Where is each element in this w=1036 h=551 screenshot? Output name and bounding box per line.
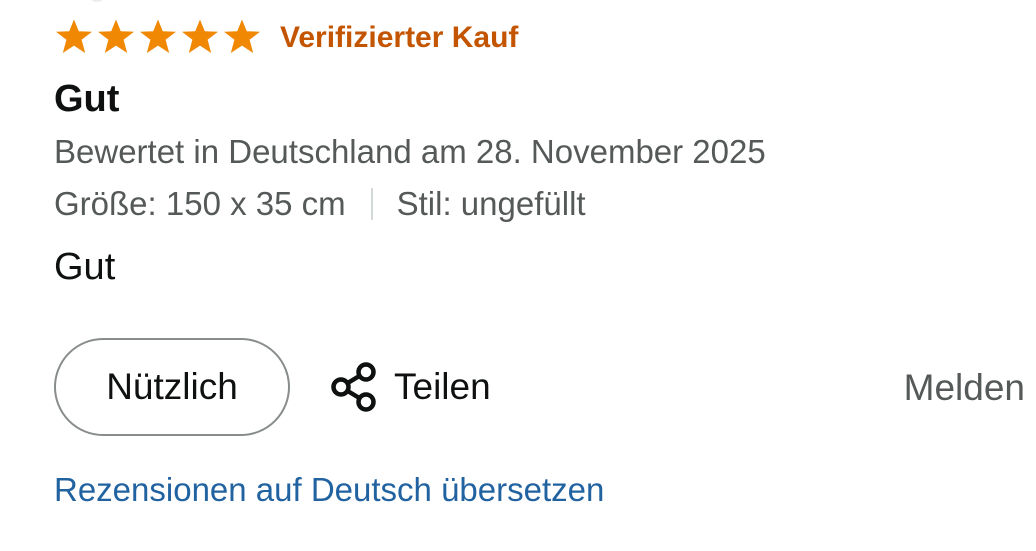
report-link[interactable]: Melden [904, 366, 1025, 410]
star-icon [224, 19, 260, 53]
product-variant: Größe: 150 x 35 cm Stil: ungefüllt [54, 185, 586, 223]
verified-purchase-badge: Verifizierter Kauf [280, 21, 519, 54]
share-label: Teilen [394, 366, 491, 407]
review-body: Gut [54, 246, 116, 288]
previous-content-edge [90, 0, 104, 2]
share-icon [324, 358, 382, 416]
translate-reviews-link[interactable]: Rezensionen auf Deutsch übersetzen [54, 470, 604, 510]
variant-style: Stil: ungefüllt [396, 185, 586, 222]
star-icon [98, 19, 134, 53]
star-rating [54, 18, 262, 56]
helpful-button[interactable]: Nützlich [54, 338, 290, 436]
review-title: Gut [54, 78, 120, 120]
review-date: Bewertet in Deutschland am 28. November … [54, 133, 766, 170]
star-icon [56, 19, 92, 53]
star-icon [140, 19, 176, 53]
rating-row: Verifizierter Kauf [54, 17, 518, 57]
review-card: Verifizierter Kauf Gut Bewertet in Deuts… [54, 0, 1036, 551]
variant-size: Größe: 150 x 35 cm [54, 185, 346, 222]
star-icon [182, 19, 218, 53]
variant-divider [370, 188, 373, 220]
share-button[interactable]: Teilen [324, 355, 491, 419]
